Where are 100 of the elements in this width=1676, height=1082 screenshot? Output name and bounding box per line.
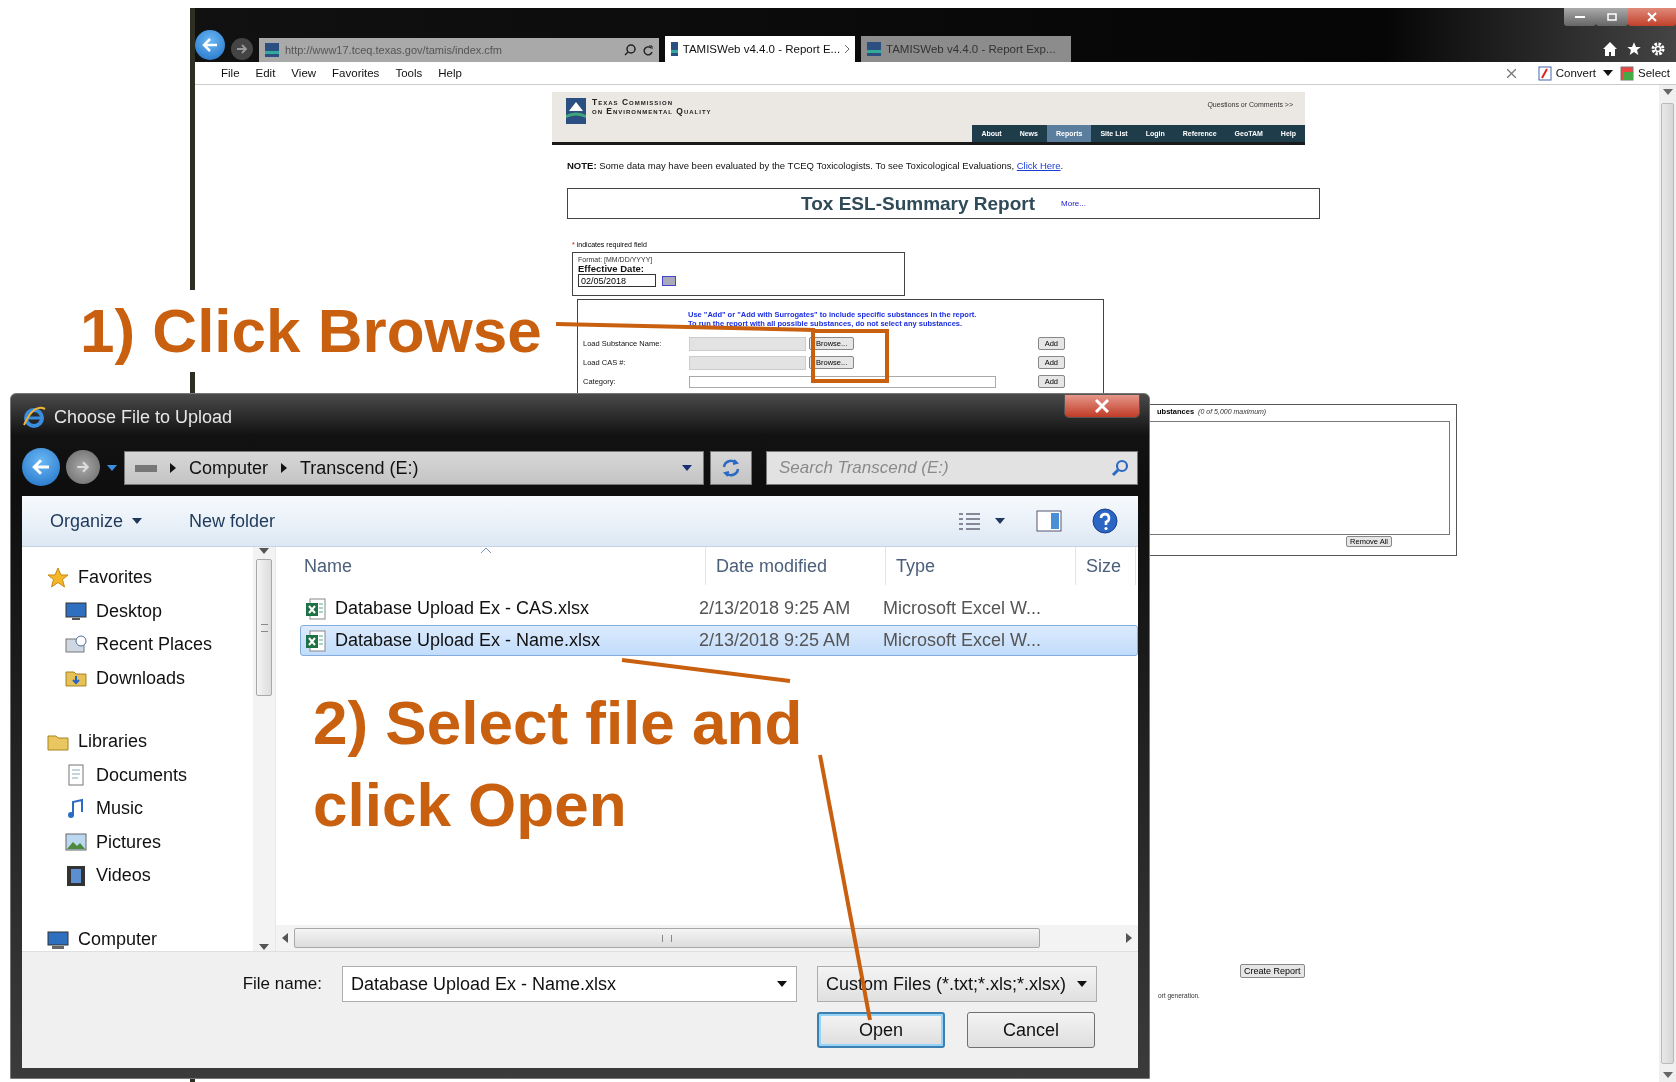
sort-caret-icon — [481, 547, 491, 553]
date-field[interactable]: 02/05/2018 — [578, 274, 656, 287]
back-arrow-icon — [202, 38, 218, 52]
nav-tree-item[interactable]: Favorites — [46, 561, 253, 595]
search-input[interactable]: Search Transcend (E:) — [777, 457, 1111, 479]
minimize-icon — [1575, 15, 1585, 19]
file-date: 2/13/2018 9:25 AM — [698, 598, 852, 619]
agency-name: Texas Commission on Environmental Quality — [592, 98, 712, 116]
click-here-link[interactable]: Click Here — [1016, 160, 1061, 171]
home-icon[interactable] — [1602, 41, 1618, 57]
close-button[interactable] — [1628, 8, 1676, 26]
file-type: Microsoft Excel W... — [882, 598, 1043, 619]
file-path-field[interactable] — [689, 336, 806, 351]
calendar-icon[interactable] — [662, 275, 676, 286]
scroll-left-icon — [282, 933, 288, 943]
browser-tab[interactable]: TAMISWeb v4.4.0 - Report Exp... — [861, 36, 1071, 62]
scrollbar[interactable] — [253, 547, 275, 951]
search-field[interactable]: Search Transcend (E:) — [766, 451, 1138, 485]
dropdown-arrow-icon — [1602, 69, 1615, 77]
site-icon — [265, 43, 279, 57]
caret-icon — [776, 980, 788, 988]
excel-file-icon — [305, 597, 327, 620]
site-icon — [671, 42, 678, 56]
nav-tree-item[interactable]: Libraries — [46, 725, 253, 759]
nav-tree-item[interactable]: Documents — [46, 758, 253, 792]
dropdown-arrow-icon — [681, 464, 693, 472]
minimize-button[interactable] — [1564, 8, 1596, 26]
select-button[interactable]: Select — [1620, 65, 1670, 81]
history-caret-icon — [106, 464, 118, 472]
file-name-label: File name: — [242, 974, 322, 994]
forward-button[interactable] — [66, 450, 100, 484]
breadcrumb-item[interactable]: Transcend (E:) — [300, 457, 419, 479]
scrollbar[interactable] — [1659, 85, 1676, 1082]
nav-tree-item[interactable]: Recent Places — [46, 628, 253, 662]
more-link[interactable]: More... — [1061, 199, 1086, 208]
refresh-icon — [642, 44, 653, 56]
film-icon — [64, 863, 88, 888]
agency-logo-icon — [566, 98, 586, 124]
settings-icon[interactable] — [1650, 41, 1666, 57]
open-button[interactable]: Open — [817, 1012, 945, 1048]
breadcrumb-item[interactable]: Computer — [189, 457, 269, 479]
preview-pane-icon[interactable] — [1036, 510, 1062, 532]
refresh-button[interactable] — [710, 451, 752, 485]
nav-tree-item[interactable]: Music — [46, 792, 253, 826]
column-header[interactable]: Type — [886, 547, 1076, 585]
new-folder-button[interactable]: New folder — [189, 510, 276, 532]
report-title: Tox ESL-Summary Report — [801, 192, 1036, 215]
maximize-button[interactable] — [1596, 8, 1628, 26]
scrollbar-thumb[interactable] — [1661, 103, 1674, 1064]
search-icon — [1111, 459, 1129, 477]
file-row[interactable]: Database Upload Ex - CAS.xlsx 2/13/2018 9:25 AM Microsoft Excel W... — [300, 593, 1138, 624]
menu-item[interactable]: File — [213, 67, 248, 79]
scrollbar-thumb[interactable] — [256, 559, 272, 696]
scroll-right-icon — [1126, 933, 1132, 943]
menu-item[interactable]: Favorites — [324, 67, 388, 79]
nav-tree-item[interactable]: Computer — [46, 922, 253, 956]
back-arrow-icon — [31, 459, 51, 475]
select-tool-icon — [1620, 65, 1636, 81]
caret-icon — [131, 517, 144, 525]
caret-icon — [1076, 980, 1088, 988]
close-button[interactable] — [1064, 394, 1140, 418]
column-header[interactable]: Size — [1076, 547, 1136, 585]
site-icon — [867, 42, 881, 56]
star-icon — [46, 565, 70, 590]
nav-tree-item[interactable]: Videos — [46, 859, 253, 893]
convert-button[interactable]: Convert — [1537, 65, 1597, 81]
address-text: http://www17.tceq.texas.gov/tamis/index.cfm — [285, 44, 504, 56]
column-header[interactable]: Date modified — [706, 547, 886, 585]
scrollbar-thumb[interactable] — [294, 928, 1040, 948]
scroll-down-icon — [1661, 1071, 1674, 1079]
file-name-field[interactable]: Database Upload Ex - Name.xlsx — [342, 966, 797, 1002]
nav-tree-item[interactable]: Downloads — [46, 661, 253, 695]
drive-icon — [135, 463, 157, 473]
pdf-icon — [1537, 65, 1553, 81]
column-header[interactable]: Name — [276, 547, 706, 585]
file-name: Database Upload Ex - Name.xlsx — [335, 630, 601, 651]
star-icon[interactable] — [1626, 41, 1642, 57]
file-path-field[interactable] — [689, 355, 806, 370]
horizontal-scrollbar[interactable] — [276, 925, 1138, 951]
menu-item[interactable]: Edit — [247, 67, 284, 79]
search-icon — [624, 44, 636, 56]
forward-button[interactable] — [231, 38, 253, 60]
menu-item[interactable]: View — [283, 67, 325, 79]
cancel-button[interactable]: Cancel — [967, 1012, 1095, 1048]
menu-item[interactable]: Help — [430, 67, 470, 79]
menu-item[interactable]: Tools — [387, 67, 431, 79]
nav-tree-item[interactable]: Pictures — [46, 825, 253, 859]
breadcrumb-bar[interactable]: Computer Transcend (E:) — [124, 451, 704, 485]
refresh-icon — [720, 458, 742, 478]
browser-tab[interactable]: TAMISWeb v4.4.0 - Report E... — [665, 36, 855, 62]
forward-arrow-icon — [236, 44, 248, 54]
view-list-icon[interactable] — [958, 511, 982, 531]
nav-tree-item[interactable]: Desktop — [46, 594, 253, 628]
file-row[interactable]: Database Upload Ex - Name.xlsx 2/13/2018 9:25 AM Microsoft Excel W... — [300, 625, 1138, 656]
back-button[interactable] — [195, 30, 225, 60]
help-icon[interactable] — [1092, 508, 1118, 534]
back-button[interactable] — [22, 448, 60, 486]
organize-button[interactable]: Organize — [50, 510, 144, 532]
category-select[interactable] — [689, 375, 996, 388]
create-report-button[interactable]: Create Report — [1240, 964, 1305, 978]
